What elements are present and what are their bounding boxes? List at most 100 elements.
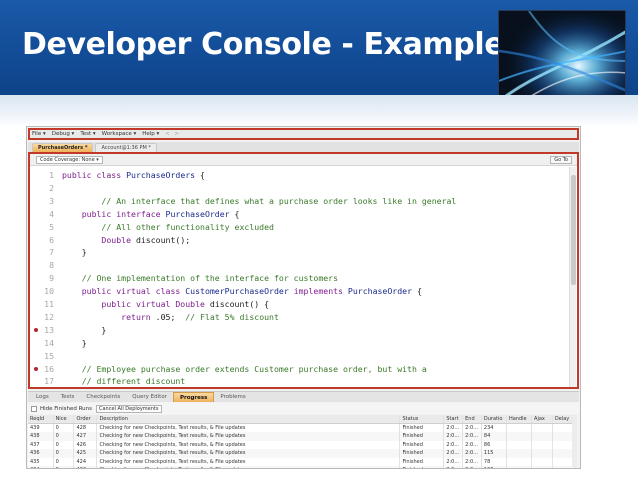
code-coverage-select[interactable]: Code Coverage: None ▾ [36, 156, 103, 164]
line-number: 6 [49, 234, 54, 245]
hide-finished-label: Hide Finished Runs [40, 405, 92, 412]
column-header[interactable]: Order [73, 415, 98, 424]
table-cell: 2:0... [443, 423, 464, 432]
nav-back-icon[interactable]: < [165, 131, 169, 137]
table-row[interactable]: 438 0 427 Checking for new Checkpoints, Tes… [28, 432, 577, 441]
table-cell: Checking for new Checkpoints, Test resul… [96, 440, 401, 449]
progress-table: ReqId Nice Order Description Status Start End D… [28, 415, 577, 468]
line-number: 17 [44, 376, 54, 387]
line-number: 16 [44, 363, 54, 374]
line-number: 5 [49, 221, 54, 232]
cancel-all-deployments-button[interactable]: Cancel All Deployments [95, 404, 162, 413]
code-line: 11 public virtual Double discount() { [30, 298, 568, 310]
table-cell: 2:0... [443, 466, 464, 468]
code-line: 13 } [30, 324, 568, 336]
table-cell: 2:0... [462, 457, 482, 466]
table-cell: 2:0... [462, 449, 482, 458]
code-line: 15 [30, 350, 568, 362]
tab-checkpoints[interactable]: Checkpoints [80, 392, 126, 402]
menu-item-workspace[interactable]: Workspace ▾ [102, 131, 137, 137]
code-text: } [62, 324, 107, 335]
panel-scrollbar[interactable] [572, 415, 577, 467]
go-to-button[interactable]: Go To [550, 156, 572, 164]
code-line: 7 } [30, 246, 568, 258]
nav-forward-icon[interactable]: > [175, 131, 179, 137]
editor-scrollbar[interactable] [569, 167, 576, 387]
panel-tab-row: Logs Tests Checkpoints Query Editor Progress… [28, 391, 579, 402]
column-header[interactable]: Nice [53, 415, 75, 424]
tab-logs[interactable]: Logs [30, 392, 55, 402]
table-cell: 2:0... [443, 449, 464, 458]
tab-tests[interactable]: Tests [55, 392, 81, 402]
line-number: 3 [49, 195, 54, 206]
column-header[interactable]: ReqId [28, 415, 54, 424]
code-line: 2 [30, 182, 568, 194]
table-cell: 84 [481, 432, 507, 441]
table-row[interactable]: 4340423Checking for new Checkpoints, Tes… [28, 466, 577, 468]
column-header[interactable]: Start [443, 415, 464, 424]
table-cell: 103 [481, 466, 507, 468]
table-cell [506, 440, 533, 449]
file-tab-1[interactable]: PurchaseOrders * [32, 143, 94, 152]
column-header[interactable]: Duratio [481, 415, 507, 424]
code-area[interactable]: 1 public class PurchaseOrders {2 3 // An i… [30, 167, 568, 387]
table-cell: 423 [73, 466, 98, 468]
slide-header-band [0, 95, 638, 127]
column-header[interactable]: Ajax [531, 415, 553, 424]
table-row[interactable]: 439 0 428 Checking for new Checkpoints, Tes… [28, 423, 577, 432]
panel-toolbar: Hide Finished Runs Cancel All Deployment… [28, 403, 579, 414]
line-number: 4 [49, 208, 54, 219]
menu-item-test[interactable]: Test ▾ [80, 131, 95, 137]
table-cell: 0 [53, 457, 75, 466]
line-number: 14 [44, 337, 54, 348]
editor-scrollbar-thumb[interactable] [571, 175, 576, 285]
table-cell [531, 449, 553, 458]
menu-item-file[interactable]: File ▾ [32, 131, 46, 137]
code-line: 1 public class PurchaseOrders { [30, 169, 568, 181]
slide-title: Developer Console - Example [22, 27, 505, 62]
code-text: // All other functionality excluded [62, 221, 274, 232]
column-header[interactable]: Handle [506, 415, 533, 424]
table-cell [531, 466, 553, 468]
table-row[interactable]: 435 0 424 Checking for new Checkpoints, Tes… [28, 457, 577, 466]
line-number: 13 [44, 324, 54, 335]
table-cell [506, 432, 533, 441]
column-header[interactable]: End [462, 415, 482, 424]
table-cell: 234 [481, 423, 507, 432]
tab-problems[interactable]: Problems [214, 392, 251, 402]
code-text: // One implementation of the interface f… [62, 273, 339, 284]
line-number: 12 [44, 311, 54, 322]
table-cell: 436 [28, 449, 54, 458]
code-line: 16 // Employee purchase order extends Cu… [30, 363, 568, 375]
table-cell: Finished [399, 432, 445, 441]
table-cell: Checking for new Checkpoints, Test resul… [96, 449, 401, 458]
tab-query-editor[interactable]: Query Editor [126, 392, 173, 402]
table-cell: 427 [73, 432, 98, 441]
code-line: 12 return .05; // Flat 5% discount [30, 311, 568, 323]
table-cell: Finished [399, 457, 445, 466]
code-text: return .05; // Flat 5% discount [62, 311, 279, 322]
table-cell: 2:0... [462, 466, 482, 468]
column-header[interactable]: Status [399, 415, 445, 424]
code-text: // An interface that defines what a purc… [62, 195, 457, 206]
hide-finished-checkbox[interactable] [31, 405, 37, 412]
table-cell: 435 [28, 457, 54, 466]
table-row[interactable]: 437 0 426 Checking for new Checkpoints, Tes… [28, 440, 577, 449]
line-number: 1 [49, 170, 54, 180]
table-cell: 428 [73, 423, 98, 432]
table-row[interactable]: 436 0 425 Checking for new Checkpoints, Tes… [28, 449, 577, 458]
menu-item-help[interactable]: Help ▾ [142, 131, 159, 137]
column-header[interactable]: Description [96, 415, 401, 424]
line-number: 10 [44, 286, 54, 297]
table-cell: 0 [53, 423, 75, 432]
table-header-row: ReqId Nice Order Description Status Start End D… [28, 415, 577, 424]
code-line: 8 [30, 259, 568, 271]
file-tab-row: PurchaseOrders * Account@1:36 PM * [28, 142, 579, 152]
table-cell: Finished [399, 449, 445, 458]
file-tab-2[interactable]: Account@1:36 PM * [95, 143, 157, 152]
menu-item-debug[interactable]: Debug ▾ [52, 131, 75, 137]
table-cell: 2:0... [443, 440, 464, 449]
table-cell [531, 423, 553, 432]
table-cell: Finished [399, 423, 445, 432]
tab-progress[interactable]: Progress [172, 392, 215, 402]
